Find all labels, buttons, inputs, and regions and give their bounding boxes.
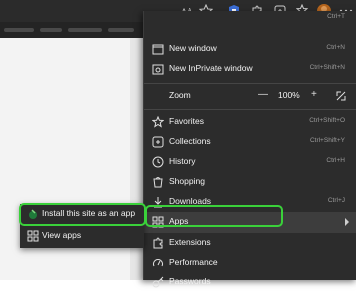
history-icon: [151, 155, 165, 169]
blurred-item: [40, 28, 62, 32]
extensions-icon: [151, 236, 165, 250]
shortcut: Ctrl+T: [327, 13, 345, 20]
shortcut: Ctrl+Shift+Y: [309, 137, 345, 144]
menu-item-passwords[interactable]: Passwords: [144, 272, 356, 292]
menu-item-label: New InPrivate window: [169, 63, 253, 73]
new-window-icon: [151, 42, 165, 56]
menu-item-label: Performance: [169, 257, 218, 267]
shortcut: Ctrl+J: [327, 197, 345, 204]
menu-item-label: Shopping: [169, 176, 205, 186]
shortcut: Ctrl+Shift+N: [309, 64, 345, 71]
menu-item-extensions[interactable]: Extensions: [144, 233, 356, 253]
view-apps-icon: [26, 229, 40, 243]
blurred-item: [68, 28, 102, 32]
shopping-icon: [151, 175, 165, 189]
menu-item-shopping[interactable]: Shopping: [144, 172, 356, 192]
blurred-item: [108, 28, 134, 32]
shortcut: Ctrl+N: [326, 44, 345, 51]
menu-item-collections[interactable]: Collections Ctrl+Shift+Y: [144, 132, 356, 152]
menu-item-label: Favorites: [169, 116, 204, 126]
menu-item-new-window[interactable]: New window Ctrl+N: [144, 39, 356, 59]
menu-item-label: Extensions: [169, 237, 211, 247]
highlight-apps: [145, 205, 283, 227]
passwords-icon: [151, 275, 165, 289]
zoom-level: 100%: [278, 90, 300, 100]
menu-item-new-tab[interactable]: Ctrl+T: [144, 11, 356, 23]
menu-item-favorites[interactable]: Favorites Ctrl+Shift+O: [144, 112, 356, 132]
shortcut: Ctrl+Shift+O: [309, 117, 345, 124]
menu-item-label: Zoom: [169, 90, 191, 100]
menu-item-label: Collections: [169, 136, 211, 146]
menu-item-label: New window: [169, 43, 217, 53]
menu-item-label: History: [169, 156, 196, 166]
submenu-item-label: View apps: [42, 230, 82, 240]
settings-menu: Ctrl+T New window Ctrl+N New InPrivate w…: [143, 11, 356, 288]
menu-item-performance[interactable]: Performance: [144, 253, 356, 273]
menu-item-label: Passwords: [169, 276, 211, 286]
chevron-right-icon: [345, 218, 349, 226]
favorites-icon: [151, 115, 165, 129]
fullscreen-icon[interactable]: [334, 89, 348, 103]
menu-item-zoom: Zoom — 100% +: [144, 86, 356, 106]
shortcut: Ctrl+H: [326, 157, 345, 164]
collections-icon: [151, 135, 165, 149]
zoom-out-button[interactable]: —: [258, 89, 268, 100]
zoom-in-button[interactable]: +: [311, 89, 317, 100]
menu-divider: [144, 109, 356, 110]
submenu-item-view-apps[interactable]: View apps: [20, 226, 144, 246]
menu-divider: [144, 83, 356, 84]
highlight-install-site: [19, 203, 146, 226]
performance-icon: [151, 256, 165, 270]
menu-item-history[interactable]: History Ctrl+H: [144, 152, 356, 172]
blurred-item: [4, 28, 34, 32]
inprivate-icon: [151, 62, 165, 76]
menu-item-new-inprivate-window[interactable]: New InPrivate window Ctrl+Shift+N: [144, 59, 356, 79]
